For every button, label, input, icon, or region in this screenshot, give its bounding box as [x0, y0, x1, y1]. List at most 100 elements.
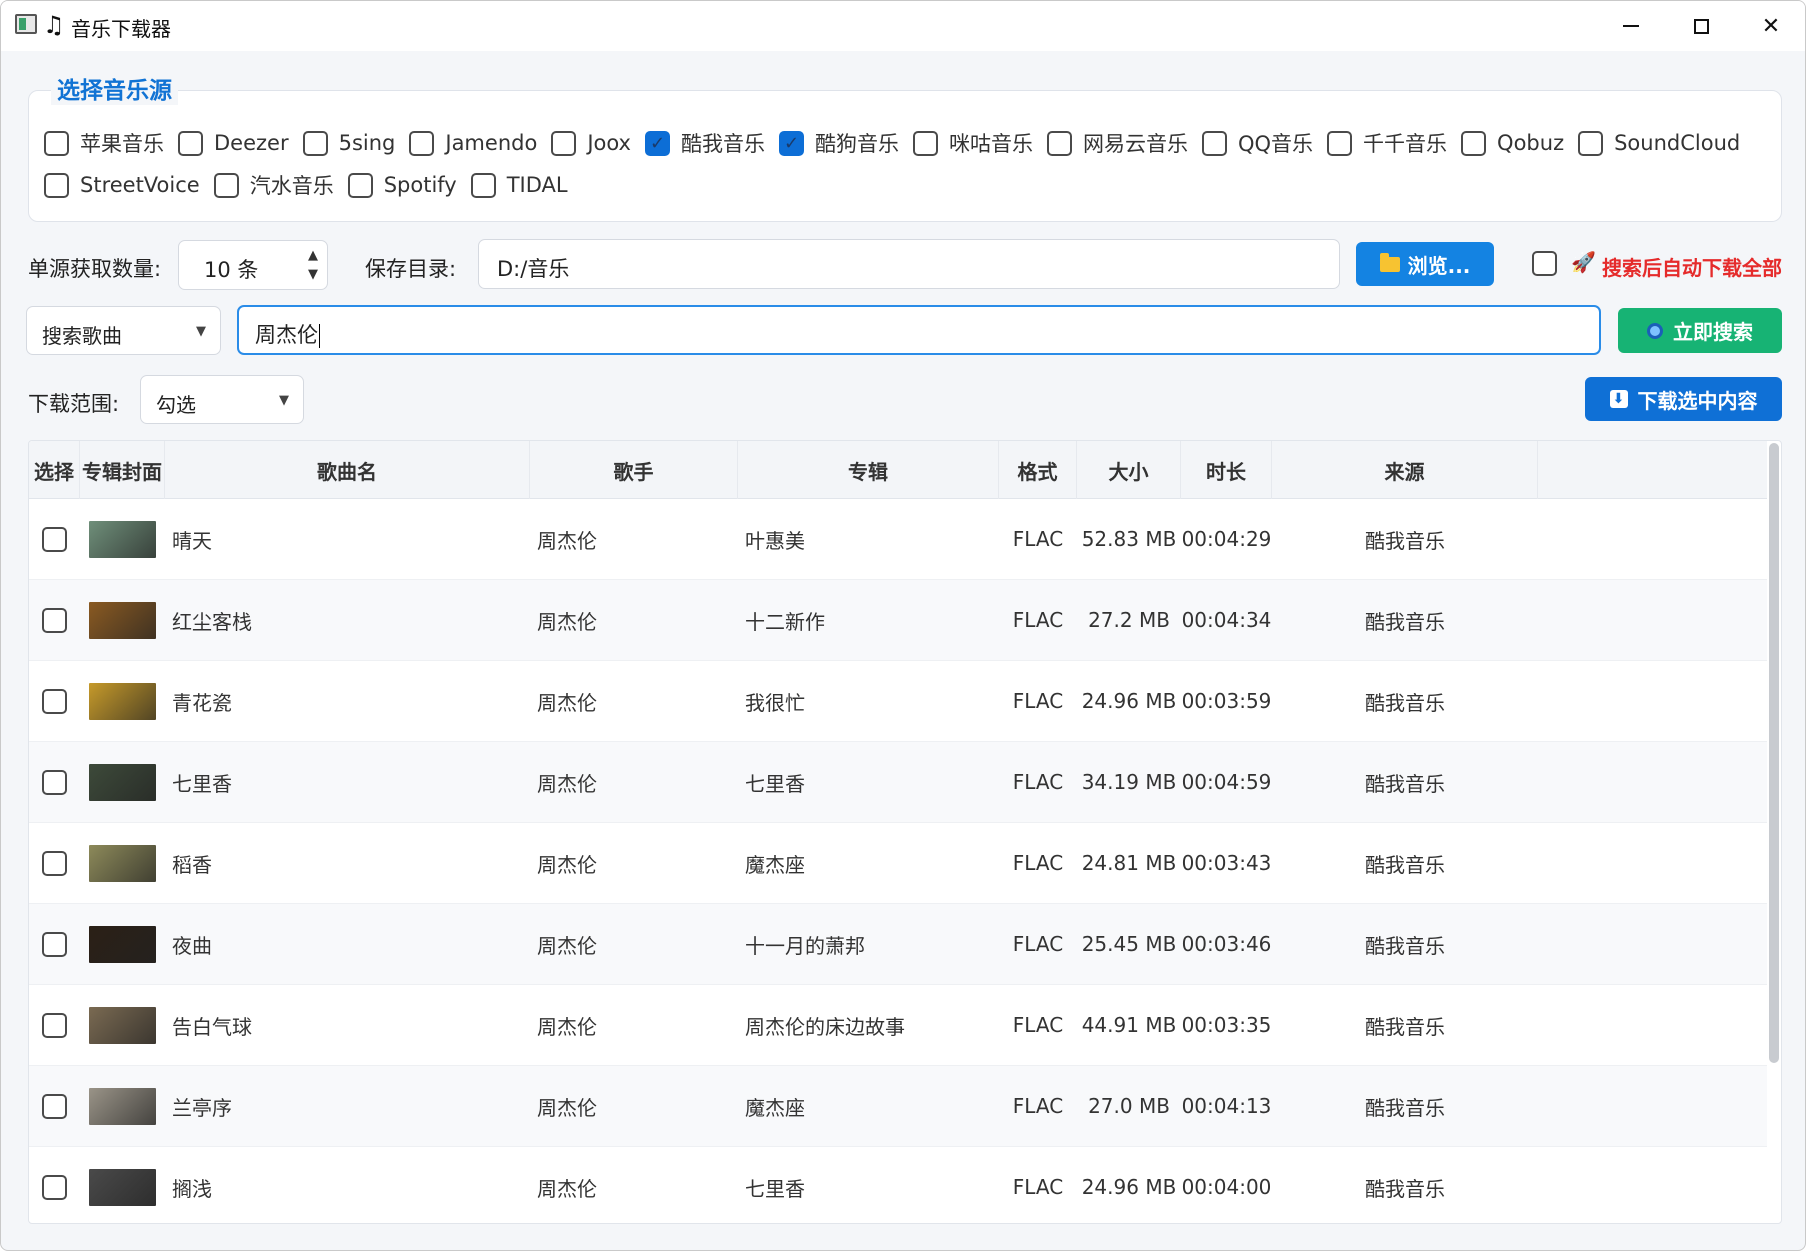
table-row[interactable]: 搁浅 周杰伦 七里香 FLAC 24.96 MB 00:04:00 酷我音乐: [29, 1147, 1767, 1223]
source-label[interactable]: Spotify: [384, 173, 457, 197]
cover-cell: [80, 499, 165, 579]
source-checkbox[interactable]: [213, 172, 239, 198]
row-checkbox[interactable]: [42, 1174, 67, 1200]
table-row[interactable]: 兰亭序 周杰伦 魔杰座 FLAC 27.0 MB 00:04:13 酷我音乐: [29, 1066, 1767, 1147]
column-header[interactable]: 歌曲名: [165, 441, 530, 499]
source-checkbox[interactable]: [409, 130, 435, 156]
table-row[interactable]: 红尘客栈 周杰伦 十二新作 FLAC 27.2 MB 00:04:34 酷我音乐: [29, 580, 1767, 661]
source-option[interactable]: 网易云音乐: [1046, 128, 1188, 158]
row-checkbox[interactable]: [42, 931, 67, 957]
source-option[interactable]: 苹果音乐: [44, 128, 164, 158]
source-checkbox[interactable]: [1201, 130, 1227, 156]
source-option[interactable]: 酷我音乐: [644, 128, 765, 158]
row-checkbox[interactable]: [42, 1093, 67, 1119]
album-cover-image: [89, 601, 156, 639]
column-header[interactable]: 大小: [1077, 441, 1181, 499]
source-option[interactable]: Jamendo: [409, 130, 537, 156]
source-checkbox[interactable]: [44, 172, 69, 198]
column-header[interactable]: 选择: [29, 441, 80, 499]
column-header[interactable]: 歌手: [530, 441, 738, 499]
download-range-select[interactable]: 勾选 ▼: [140, 375, 304, 424]
source-option[interactable]: SoundCloud: [1578, 130, 1740, 156]
source-label[interactable]: 酷我音乐: [681, 128, 765, 158]
source-option[interactable]: TIDAL: [470, 172, 568, 198]
cell-duration: 00:04:59: [1181, 770, 1272, 794]
source-label[interactable]: 千千音乐: [1363, 128, 1447, 158]
source-label[interactable]: Joox: [587, 131, 631, 155]
source-option[interactable]: StreetVoice: [44, 172, 200, 198]
row-checkbox[interactable]: [42, 850, 67, 876]
auto-download-checkbox[interactable]: [1532, 251, 1557, 276]
source-checkbox[interactable]: [347, 172, 373, 198]
source-option[interactable]: QQ音乐: [1201, 128, 1313, 158]
source-option[interactable]: Joox: [551, 130, 631, 156]
source-label[interactable]: 苹果音乐: [80, 128, 164, 158]
table-row[interactable]: 稻香 周杰伦 魔杰座 FLAC 24.81 MB 00:03:43 酷我音乐: [29, 823, 1767, 904]
source-label[interactable]: SoundCloud: [1614, 131, 1740, 155]
row-checkbox[interactable]: [42, 1012, 67, 1038]
source-checkbox[interactable]: [551, 130, 577, 156]
table-row[interactable]: 晴天 周杰伦 叶惠美 FLAC 52.83 MB 00:04:29 酷我音乐: [29, 499, 1767, 580]
source-label[interactable]: Qobuz: [1497, 131, 1564, 155]
source-option[interactable]: Qobuz: [1461, 130, 1564, 156]
cell-duration: 00:04:00: [1181, 1175, 1272, 1199]
spin-up-icon[interactable]: ▲: [308, 248, 318, 263]
minimize-button[interactable]: [1596, 1, 1666, 51]
search-input[interactable]: 周杰伦: [237, 305, 1601, 355]
source-option[interactable]: Spotify: [347, 172, 457, 198]
column-header[interactable]: 专辑: [738, 441, 999, 499]
source-checkbox[interactable]: [302, 130, 328, 156]
source-checkbox[interactable]: [44, 130, 69, 156]
column-header[interactable]: 时长: [1181, 441, 1272, 499]
save-dir-input[interactable]: D:/音乐: [478, 239, 1340, 289]
spin-down-icon[interactable]: ▼: [308, 267, 318, 282]
maximize-button[interactable]: [1666, 1, 1736, 51]
table-row[interactable]: 七里香 周杰伦 七里香 FLAC 34.19 MB 00:04:59 酷我音乐: [29, 742, 1767, 823]
table-row[interactable]: 夜曲 周杰伦 十一月的萧邦 FLAC 25.45 MB 00:03:46 酷我音乐: [29, 904, 1767, 985]
source-checkbox[interactable]: [778, 130, 804, 156]
row-checkbox[interactable]: [42, 688, 67, 714]
source-label[interactable]: Deezer: [214, 131, 289, 155]
source-label[interactable]: Jamendo: [445, 131, 537, 155]
row-checkbox[interactable]: [42, 607, 67, 633]
search-type-select[interactable]: 搜索歌曲 ▼: [26, 306, 221, 355]
browse-button[interactable]: 浏览...: [1356, 242, 1494, 286]
source-checkbox[interactable]: [1578, 130, 1604, 156]
row-checkbox[interactable]: [42, 526, 67, 552]
source-option[interactable]: Deezer: [178, 130, 289, 156]
source-option[interactable]: 5sing: [302, 130, 396, 156]
table-row[interactable]: 青花瓷 周杰伦 我很忙 FLAC 24.96 MB 00:03:59 酷我音乐: [29, 661, 1767, 742]
source-checkbox[interactable]: [1046, 130, 1072, 156]
column-header[interactable]: 专辑封面: [80, 441, 165, 499]
source-checkbox[interactable]: [644, 130, 670, 156]
source-option[interactable]: 酷狗音乐: [778, 128, 899, 158]
source-option[interactable]: 千千音乐: [1327, 128, 1447, 158]
source-label[interactable]: QQ音乐: [1238, 128, 1313, 158]
cell-size: 24.96 MB: [1081, 689, 1177, 713]
source-checkbox[interactable]: [1327, 130, 1353, 156]
source-label[interactable]: 网易云音乐: [1083, 128, 1188, 158]
table-scrollbar[interactable]: [1769, 443, 1779, 1063]
source-label[interactable]: 汽水音乐: [250, 170, 334, 200]
column-header[interactable]: 格式: [999, 441, 1077, 499]
source-label[interactable]: StreetVoice: [80, 173, 200, 197]
select-cell: [29, 985, 80, 1065]
source-option[interactable]: 汽水音乐: [213, 170, 334, 200]
source-label[interactable]: 5sing: [339, 131, 396, 155]
source-option[interactable]: 咪咕音乐: [912, 128, 1033, 158]
table-row[interactable]: 告白气球 周杰伦 周杰伦的床边故事 FLAC 44.91 MB 00:03:35 酷我音乐: [29, 985, 1767, 1066]
column-header[interactable]: 来源: [1272, 441, 1538, 499]
source-checkbox[interactable]: [1461, 130, 1487, 156]
search-button[interactable]: 立即搜索: [1618, 308, 1782, 353]
source-checkbox[interactable]: [178, 130, 203, 156]
source-label[interactable]: TIDAL: [507, 173, 568, 197]
download-selected-button[interactable]: ⬇ 下载选中内容: [1585, 377, 1782, 421]
source-checkbox[interactable]: [470, 172, 496, 198]
source-checkbox[interactable]: [912, 130, 938, 156]
row-checkbox[interactable]: [42, 769, 67, 795]
count-spinbox[interactable]: 10 条 ▲ ▼: [178, 240, 328, 290]
close-button[interactable]: ✕: [1736, 1, 1805, 51]
source-label[interactable]: 酷狗音乐: [815, 128, 899, 158]
auto-download-label[interactable]: 搜索后自动下载全部: [1602, 252, 1782, 281]
source-label[interactable]: 咪咕音乐: [949, 128, 1033, 158]
